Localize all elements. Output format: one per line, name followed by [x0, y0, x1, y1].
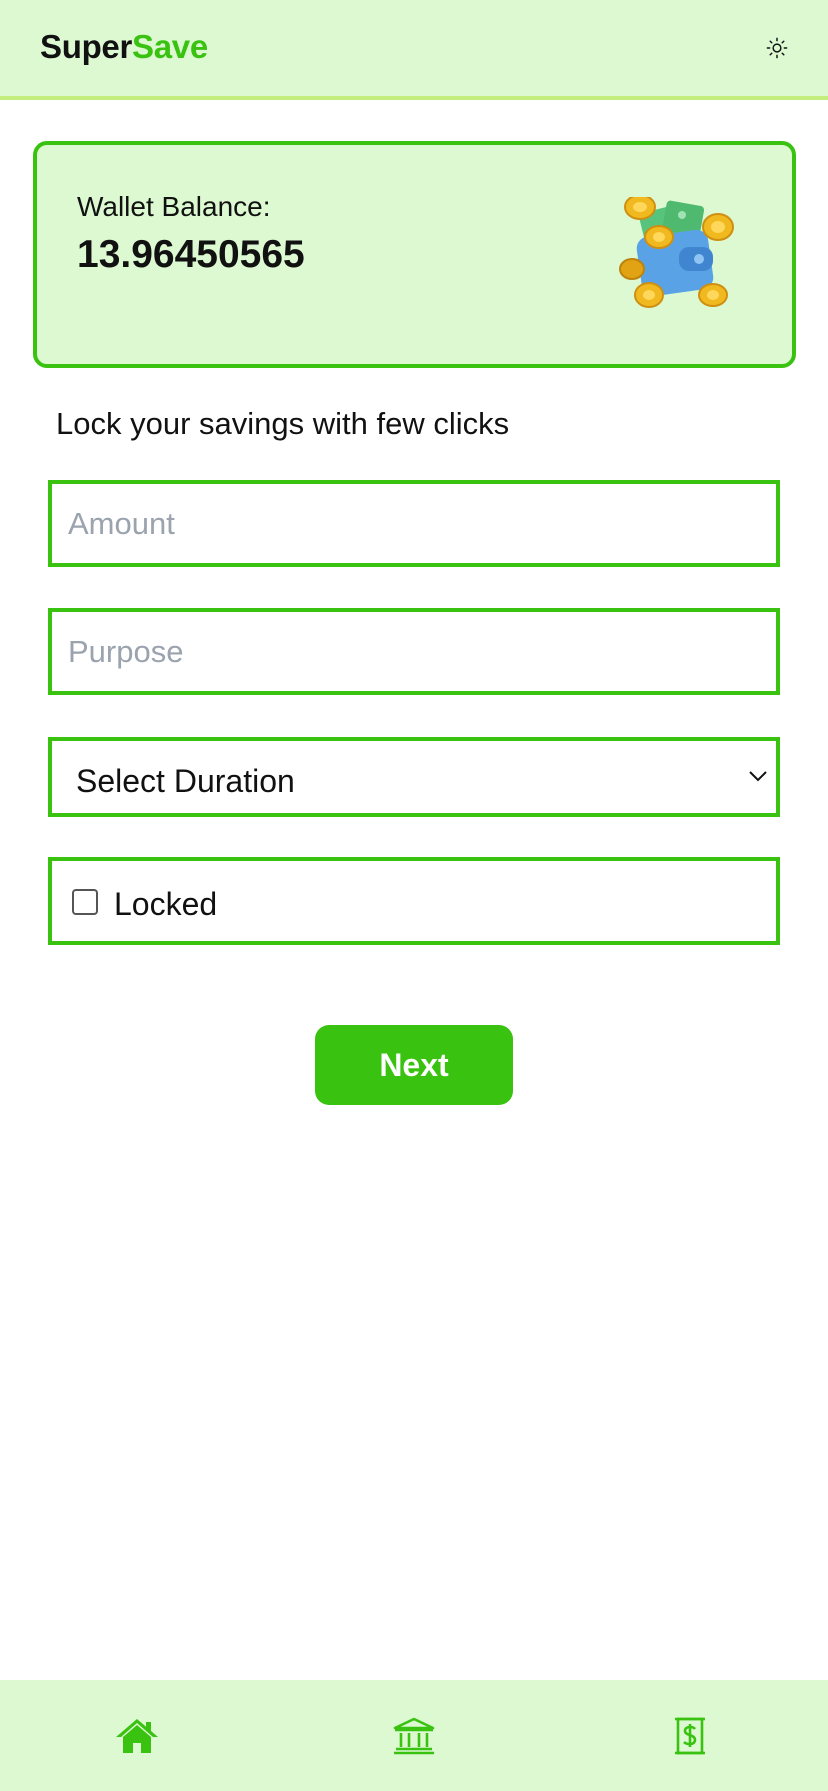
- next-button[interactable]: Next: [315, 1025, 513, 1105]
- purpose-field: [48, 608, 780, 695]
- duration-select-value: Select Duration: [76, 763, 295, 799]
- wallet-balance-label: Wallet Balance:: [77, 191, 271, 222]
- wallet-balance-value: 13.96450565: [77, 233, 305, 276]
- locked-label: Locked: [114, 886, 218, 922]
- nav-item-home[interactable]: [115, 1716, 159, 1756]
- bottom-navigation: [0, 1680, 828, 1791]
- nav-item-bank[interactable]: [392, 1716, 436, 1756]
- dollar-bill-icon: [675, 1717, 705, 1755]
- app-header: SuperSave: [0, 0, 828, 100]
- wallet-coins-illustration: [619, 197, 734, 308]
- sun-icon: [766, 37, 788, 59]
- amount-field: [48, 480, 780, 567]
- duration-select[interactable]: Select Duration: [48, 737, 780, 817]
- brand-name-part2: Save: [132, 28, 208, 65]
- locked-option-field: Locked: [48, 857, 780, 945]
- theme-toggle-button[interactable]: [763, 34, 791, 62]
- wallet-balance-card: Wallet Balance: 13.96450565: [33, 141, 796, 368]
- lock-savings-heading: Lock your savings with few clicks: [56, 406, 510, 441]
- locked-checkbox[interactable]: [72, 889, 98, 915]
- purpose-input[interactable]: [52, 612, 776, 691]
- home-icon: [116, 1719, 158, 1753]
- chevron-down-icon: [749, 771, 767, 782]
- amount-input[interactable]: [52, 484, 776, 563]
- brand-logo[interactable]: SuperSave: [40, 28, 208, 66]
- bank-icon: [393, 1717, 435, 1755]
- nav-item-bill[interactable]: [668, 1716, 712, 1756]
- brand-name-part1: Super: [40, 28, 133, 65]
